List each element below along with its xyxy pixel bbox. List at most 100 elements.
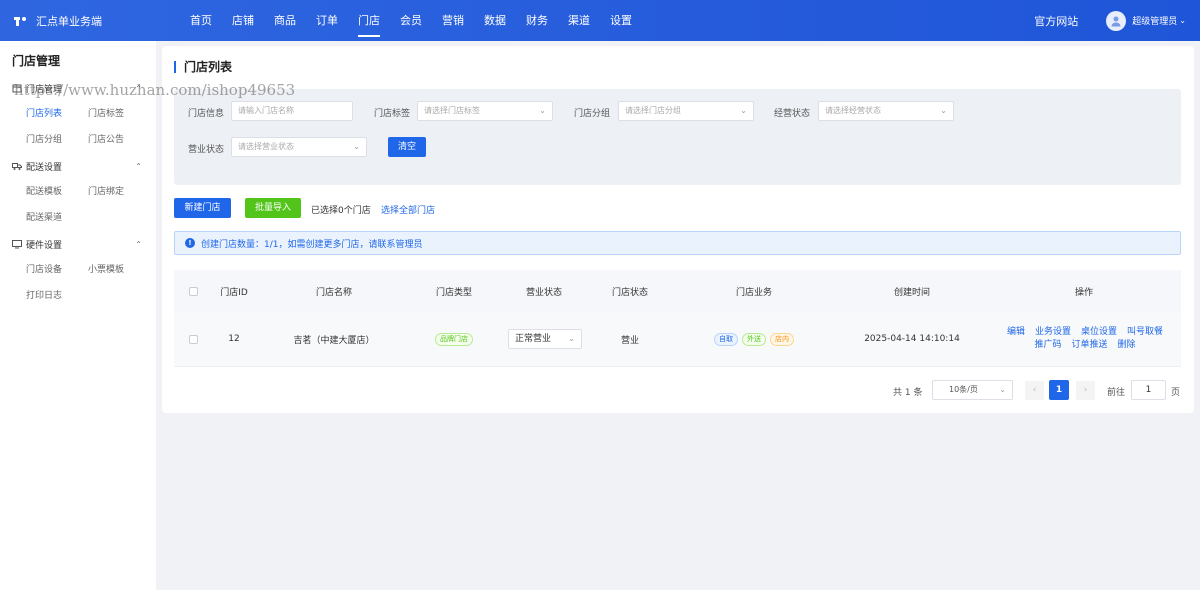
page-number-button[interactable]: 1 [1049,380,1069,400]
sidebar-group-delivery[interactable]: 配送设置 ⌃ [0,153,156,179]
delete-link[interactable]: 删除 [1118,339,1136,352]
sidebar-item-store-groups[interactable]: 门店分组 [26,127,88,153]
page-size-value: 10条/页 [949,385,978,394]
nav-item-stores[interactable]: 门店 [348,0,390,41]
promo-code-link[interactable]: 推广码 [1034,339,1061,352]
main-nav: 首页 店铺 商品 订单 门店 会员 营销 数据 财务 渠道 设置 [180,0,642,41]
nav-item-orders[interactable]: 订单 [306,0,348,41]
store-list-card: 门店列表 门店信息 请输入门店名称 门店标签 请选择门店标签 ⌄ 门店分组 请选… [162,46,1194,413]
biz-status-select[interactable]: 请选择经营状态 ⌄ [818,101,954,121]
group-label: 门店分组 [574,109,611,119]
app-name: 汇点单业务端 [36,14,102,28]
cell-store-name: 吉茗（中建大厦店） [293,335,375,346]
sidebar-item-delivery-templates[interactable]: 配送模板 [26,179,88,205]
header-operations: 操作 [1074,287,1093,298]
tag-select[interactable]: 请选择门店标签 ⌄ [417,101,553,121]
sidebar-item-store-notices[interactable]: 门店公告 [88,127,150,153]
business-settings-link[interactable]: 业务设置 [1035,326,1071,339]
nav-item-settings[interactable]: 设置 [600,0,642,41]
store-type-tag: 品牌门店 [435,332,473,346]
nav-item-members[interactable]: 会员 [390,0,432,41]
chevron-up-icon: ⌃ [135,161,142,171]
table-settings-link[interactable]: 桌位设置 [1081,326,1117,339]
order-push-link[interactable]: 订单推送 [1071,339,1107,352]
chevron-down-icon: ⌄ [999,385,1006,394]
sidebar-item-store-list[interactable]: 门店列表 [26,101,88,127]
app-logo-icon [12,15,30,27]
nav-item-finance[interactable]: 财务 [516,0,558,41]
header-created-at: 创建时间 [893,287,930,298]
nav-item-data[interactable]: 数据 [474,0,516,41]
filter-panel: 门店信息 请输入门店名称 门店标签 请选择门店标签 ⌄ 门店分组 请选择门店分组… [174,89,1181,185]
sidebar-group-hardware[interactable]: 硬件设置 ⌃ [0,231,156,257]
prev-page-button[interactable]: ‹ [1025,381,1044,400]
delivery-icon [12,161,22,171]
header-store-id: 门店ID [220,287,248,298]
header-store-status: 门店状态 [611,287,648,298]
user-menu[interactable]: 超级管理员 ⌄ [1132,14,1186,27]
nav-item-marketing[interactable]: 营销 [432,0,474,41]
next-page-button[interactable]: › [1076,381,1095,400]
chevron-up-icon: ⌃ [135,239,142,249]
nav-item-goods[interactable]: 商品 [264,0,306,41]
table-row: 12 吉茗（中建大厦店） 品牌门店 正常营业 ⌄ 营业 自取 外送 店内 202… [174,312,1181,367]
call-number-link[interactable]: 叫号取餐 [1127,326,1163,339]
top-navbar: 汇点单业务端 首页 店铺 商品 订单 门店 会员 营销 数据 财务 渠道 设置 … [0,0,1200,41]
user-name: 超级管理员 [1132,17,1178,27]
nav-item-shop[interactable]: 店铺 [222,0,264,41]
cell-created-at: 2025-04-14 14:10:14 [864,334,960,344]
store-icon [12,83,22,93]
goto-page-input[interactable]: 1 [1131,380,1166,400]
biz-status-placeholder: 请选择经营状态 [825,106,881,115]
header-open-status: 营业状态 [525,287,562,298]
info-icon: ! [185,238,195,248]
open-status-label: 营业状态 [188,145,225,155]
clear-button[interactable]: 清空 [388,137,426,157]
sidebar-group-label: 硬件设置 [26,240,63,251]
chevron-down-icon: ⌄ [353,142,360,151]
chevron-up-icon: ⌃ [135,83,142,93]
new-store-button[interactable]: 新建门店 [174,198,231,218]
sidebar-item-store-tags[interactable]: 门店标签 [88,101,150,127]
nav-item-home[interactable]: 首页 [180,0,222,41]
sidebar-group-store-management[interactable]: 门店管理 ⌃ [0,75,156,101]
sidebar-item-store-devices[interactable]: 门店设备 [26,257,88,283]
bulk-import-button[interactable]: 批量导入 [245,198,301,218]
sidebar-group-label: 门店管理 [26,84,63,95]
header-store-business: 门店业务 [735,287,772,298]
chevron-down-icon: ⌄ [1179,16,1186,25]
open-status-select[interactable]: 请选择营业状态 ⌄ [231,137,367,157]
edit-link[interactable]: 编辑 [1007,326,1025,339]
group-placeholder: 请选择门店分组 [625,106,681,115]
hardware-icon [12,239,22,249]
page-size-select[interactable]: 10条/页 ⌄ [932,380,1013,400]
official-site-link[interactable]: 官方网站 [1034,13,1078,29]
tag-label: 门店标签 [374,109,411,119]
header-store-type: 门店类型 [435,287,472,298]
open-status-value: 正常营业 [515,334,552,344]
biz-status-label: 经营状态 [774,109,811,119]
cell-operations: 编辑 业务设置 桌位设置 叫号取餐 推广码 订单推送 删除 [994,312,1176,366]
group-select[interactable]: 请选择门店分组 ⌄ [618,101,754,121]
select-all-checkbox[interactable] [188,286,198,296]
tag-placeholder: 请选择门店标签 [424,106,480,115]
store-info-input[interactable]: 请输入门店名称 [231,101,353,121]
nav-item-channels[interactable]: 渠道 [558,0,600,41]
select-all-link[interactable]: 选择全部门店 [381,203,435,216]
sidebar-item-receipt-templates[interactable]: 小票模板 [88,257,150,283]
user-icon [1111,16,1121,26]
sidebar-item-print-logs[interactable]: 打印日志 [26,283,88,309]
business-tag-delivery: 外送 [742,332,766,346]
row-checkbox[interactable] [188,334,198,344]
cell-store-status: 营业 [620,335,639,346]
avatar[interactable] [1106,10,1127,31]
business-tag-dine-in: 店内 [770,332,794,346]
sidebar-item-delivery-channels[interactable]: 配送渠道 [26,205,88,231]
table-header: 门店ID 门店名称 门店类型 营业状态 门店状态 门店业务 创建时间 操作 [174,270,1181,312]
open-status-dropdown[interactable]: 正常营业 ⌄ [508,329,582,349]
pagination-total: 共 1 条 [893,388,923,398]
brand[interactable]: 汇点单业务端 [0,13,170,29]
sidebar-item-store-binding[interactable]: 门店绑定 [88,179,150,205]
sidebar: 门店管理 门店管理 ⌃ 门店列表 门店标签 门店分组 门店公告 配送设置 ⌃ 配… [0,41,156,590]
sidebar-group-label: 配送设置 [26,162,63,173]
